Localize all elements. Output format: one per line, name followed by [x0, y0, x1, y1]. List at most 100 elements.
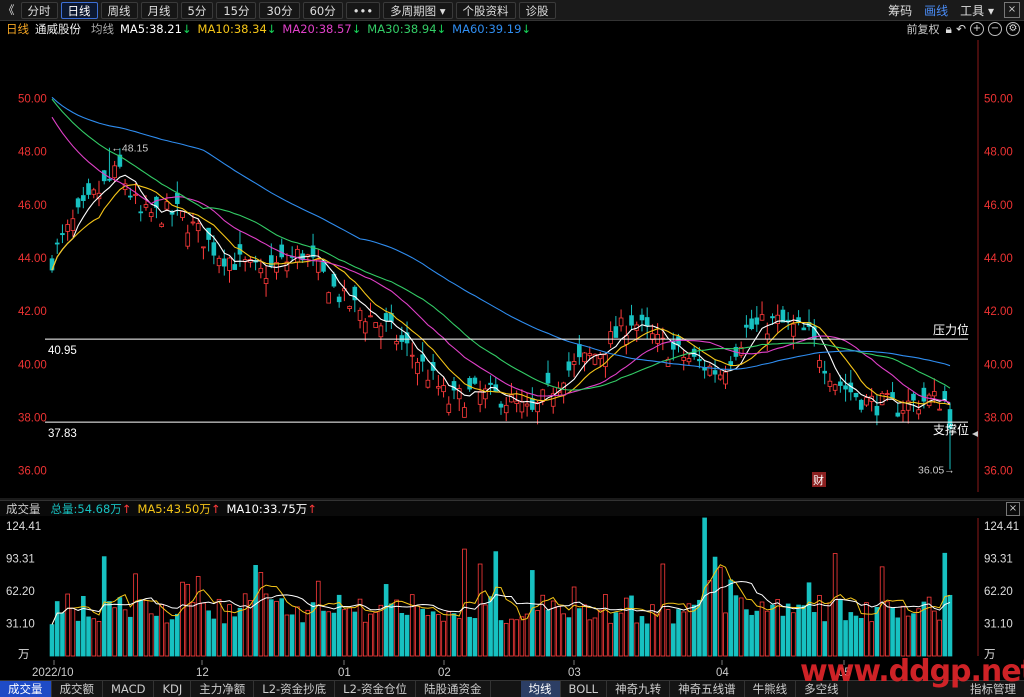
- period-tab-1[interactable]: 日线: [60, 1, 98, 19]
- indicator-tab-1[interactable]: 成交额: [52, 681, 103, 697]
- high-price-mark: ←48.15: [111, 143, 148, 155]
- y-tick-left: 46.00: [18, 200, 47, 212]
- period-tab-4[interactable]: 5分: [180, 1, 214, 19]
- volume-title[interactable]: 成交量: [6, 501, 41, 517]
- undo-icon[interactable]: ↶: [956, 22, 966, 36]
- overlay-tab-2[interactable]: 神奇九转: [607, 681, 671, 697]
- volume-bar: [295, 606, 300, 657]
- toolbar-right-2[interactable]: 工具 ▾: [954, 2, 1000, 19]
- close-icon[interactable]: ×: [1004, 2, 1020, 18]
- y-tick-left: 44.00: [18, 253, 47, 265]
- volume-bar: [514, 619, 519, 657]
- x-tick-label: 02: [438, 667, 451, 679]
- toolbar-right-1[interactable]: 画线: [918, 2, 954, 19]
- x-tick-label: 2022/10: [32, 667, 74, 679]
- period-tab-11[interactable]: 诊股: [518, 1, 556, 19]
- volume-bar: [592, 617, 598, 657]
- volume-bar: [326, 611, 332, 657]
- period-tab-2[interactable]: 周线: [100, 1, 138, 19]
- candle-body: [180, 211, 185, 218]
- volume-bar: [362, 621, 368, 657]
- volume-bar: [848, 612, 854, 657]
- toolbar-right-0[interactable]: 筹码: [882, 2, 918, 19]
- period-tab-0[interactable]: 分时: [20, 1, 58, 19]
- price-cursor-icon: [972, 431, 978, 437]
- stock-name[interactable]: 通威股份: [35, 21, 81, 37]
- overlay-tab-list: 均线 BOLL 神奇九转 神奇五线谱 牛熊线 多空线: [520, 681, 848, 697]
- volume-bar: [81, 595, 86, 657]
- period-tab-6[interactable]: 30分: [259, 1, 300, 19]
- volume-bar: [864, 602, 869, 657]
- candle-body: [530, 398, 535, 410]
- indicator-tab-7[interactable]: 陆股通资金: [416, 681, 491, 697]
- toolbar-right-items: 筹码 画线 工具 ▾: [882, 2, 1000, 19]
- zoom-in-icon[interactable]: +: [970, 22, 984, 36]
- candle-body: [91, 189, 97, 195]
- volume-bar: [242, 593, 248, 657]
- indicator-tab-0[interactable]: 成交量: [0, 681, 52, 697]
- ma10-value: MA10:38.34↓: [197, 22, 277, 36]
- indicator-tab-2[interactable]: MACD: [103, 681, 155, 697]
- volume-y-tick-right: 124.41: [984, 521, 1019, 533]
- volume-bar: [216, 598, 222, 657]
- indicator-tab-5[interactable]: L2-资金抄底: [254, 681, 336, 697]
- volume-bar: [759, 601, 765, 657]
- overlay-tab-1[interactable]: BOLL: [561, 681, 608, 697]
- indicator-tab-4[interactable]: 主力净额: [191, 681, 255, 697]
- volume-total: 总量:54.68万↑: [50, 501, 132, 516]
- adjust-select[interactable]: 前复权: [907, 21, 940, 37]
- y-tick-left: 42.00: [18, 306, 47, 318]
- volume-bar: [524, 613, 530, 657]
- candle-body: [686, 358, 692, 363]
- volume-bar: [801, 605, 807, 657]
- overlay-tab-4[interactable]: 牛熊线: [745, 681, 797, 697]
- candle-body: [890, 392, 895, 399]
- period-tab-10[interactable]: 个股资料: [455, 1, 516, 19]
- period-tab-5[interactable]: 15分: [216, 1, 257, 19]
- period-tab-9[interactable]: 多周期图 ▾: [383, 1, 453, 19]
- overlay-tab-3[interactable]: 神奇五线谱: [670, 681, 745, 697]
- volume-bar: [112, 607, 117, 657]
- candle-body: [128, 195, 133, 198]
- volume-bar: [315, 580, 321, 657]
- volume-bar: [890, 607, 895, 657]
- candle-body: [519, 400, 525, 413]
- candle-body: [107, 178, 112, 181]
- volume-bar: [180, 581, 185, 657]
- price-chart[interactable]: 50.00 50.00 48.00 48.00 46.00 46.00 44.00 44.00…: [0, 38, 1024, 500]
- back-icon[interactable]: 《: [0, 2, 18, 19]
- candle-body: [112, 165, 117, 179]
- period-label: 日线: [6, 22, 29, 36]
- volume-y-tick-left: 124.41: [6, 521, 41, 533]
- zoom-out-icon[interactable]: −: [988, 22, 1002, 36]
- period-tab-8[interactable]: •••: [345, 1, 381, 19]
- candle-body: [754, 317, 760, 325]
- volume-y-tick-left: 31.10: [6, 618, 35, 630]
- candle-body: [858, 399, 864, 410]
- y-tick-right: 50.00: [984, 93, 1013, 105]
- avg-label[interactable]: 均线: [91, 21, 114, 37]
- volume-ma5: MA5:43.50万↑: [137, 501, 221, 516]
- period-tab-7[interactable]: 60分: [302, 1, 343, 19]
- indicator-tab-3[interactable]: KDJ: [154, 681, 192, 697]
- volume-bar: [498, 620, 504, 657]
- volume-bar: [70, 607, 76, 657]
- candle-body: [336, 296, 342, 303]
- indicator-tab-6[interactable]: L2-资金仓位: [335, 681, 417, 697]
- settings-icon[interactable]: ⚙: [1006, 22, 1020, 36]
- volume-bar: [347, 607, 352, 657]
- volume-ma10: MA10:33.75万↑: [226, 501, 317, 516]
- lock-icon[interactable]: 🔒︎: [946, 22, 952, 37]
- y-tick-right: 40.00: [984, 359, 1013, 371]
- candle-body: [498, 403, 504, 408]
- volume-close-icon[interactable]: ×: [1006, 501, 1020, 516]
- volume-bar: [279, 598, 285, 657]
- candle-body: [75, 198, 81, 208]
- ma20-value: MA20:38.57↓: [282, 22, 362, 36]
- volume-bar: [493, 551, 499, 657]
- volume-bar: [822, 621, 827, 657]
- period-tab-3[interactable]: 月线: [140, 1, 178, 19]
- volume-bar: [764, 610, 770, 657]
- candle-body: [143, 204, 149, 208]
- overlay-tab-0[interactable]: 均线: [520, 681, 561, 697]
